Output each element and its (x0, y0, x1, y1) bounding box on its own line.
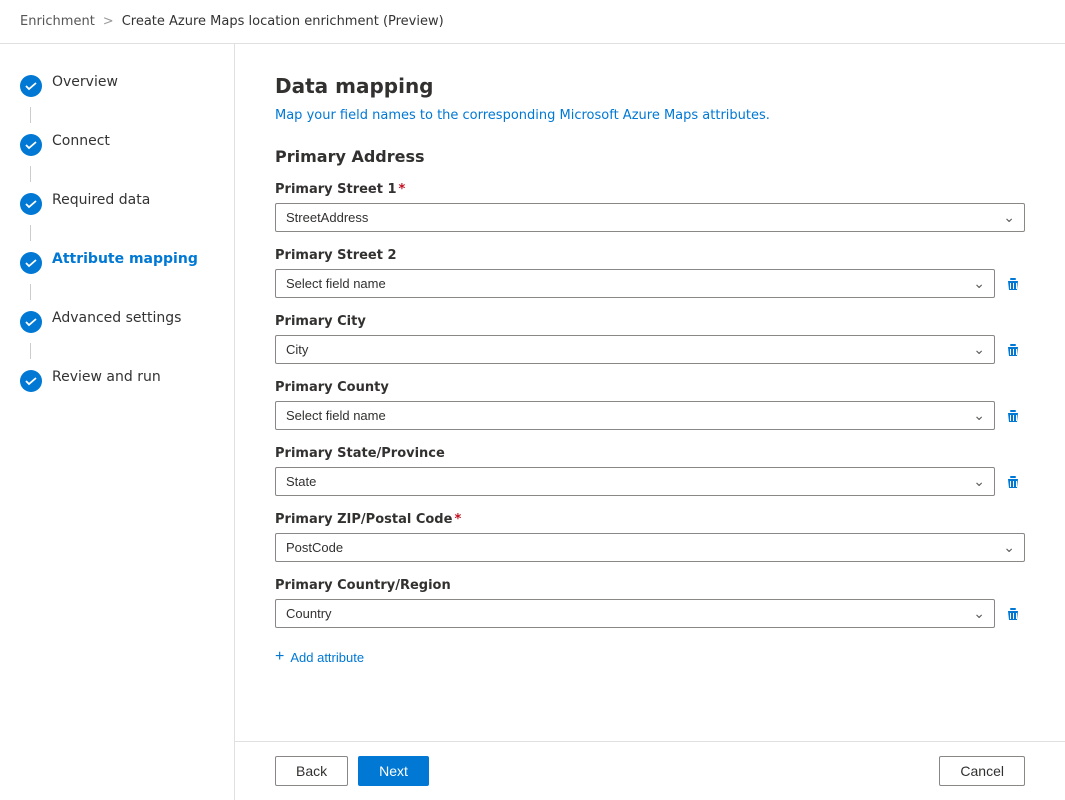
sidebar-label-connect: Connect (52, 133, 110, 149)
step-icon-advanced-settings (20, 311, 42, 333)
add-attribute-button[interactable]: + Add attribute (275, 644, 364, 670)
sidebar-item-required-data[interactable]: Required data (0, 182, 234, 225)
label-primary-state: Primary State/Province (275, 446, 1025, 461)
step-icon-attribute-mapping (20, 252, 42, 274)
sidebar-item-attribute-mapping[interactable]: Attribute mapping (0, 241, 234, 284)
field-primary-county: Primary County Select field name ⌄ (275, 380, 1025, 430)
select-wrapper-zip: PostCode ⌄ (275, 533, 1025, 562)
sidebar-label-required-data: Required data (52, 192, 150, 208)
select-primary-street-2[interactable]: Select field name (275, 269, 995, 298)
plus-icon: + (275, 648, 284, 666)
step-icon-connect (20, 134, 42, 156)
delete-button-county[interactable] (1001, 404, 1025, 428)
next-button[interactable]: Next (358, 756, 429, 786)
field-primary-street-2: Primary Street 2 Select field name ⌄ (275, 248, 1025, 298)
sidebar: Overview Connect Required data (0, 44, 235, 800)
select-primary-state[interactable]: State (275, 467, 995, 496)
sidebar-connector-1 (30, 107, 31, 123)
delete-button-street-2[interactable] (1001, 272, 1025, 296)
label-primary-county: Primary County (275, 380, 1025, 395)
sidebar-item-overview[interactable]: Overview (0, 64, 234, 107)
section-subtitle: Map your field names to the correspondin… (275, 108, 1025, 123)
footer: Back Next Cancel (235, 741, 1065, 800)
sidebar-label-overview: Overview (52, 74, 118, 90)
step-icon-overview (20, 75, 42, 97)
breadcrumb-parent[interactable]: Enrichment (20, 14, 95, 29)
select-wrapper-country: Country ⌄ (275, 599, 995, 628)
sidebar-connector-2 (30, 166, 31, 182)
sidebar-label-review-and-run: Review and run (52, 369, 161, 385)
primary-address-title: Primary Address (275, 147, 1025, 166)
sidebar-connector-5 (30, 343, 31, 359)
sidebar-item-advanced-settings[interactable]: Advanced settings (0, 300, 234, 343)
select-wrapper-state: State ⌄ (275, 467, 995, 496)
field-primary-street-1: Primary Street 1* StreetAddress ⌄ (275, 182, 1025, 232)
select-primary-zip[interactable]: PostCode (275, 533, 1025, 562)
sidebar-item-connect[interactable]: Connect (0, 123, 234, 166)
select-primary-country[interactable]: Country (275, 599, 995, 628)
label-primary-country: Primary Country/Region (275, 578, 1025, 593)
sidebar-label-advanced-settings: Advanced settings (52, 310, 181, 326)
label-primary-street-1: Primary Street 1* (275, 182, 1025, 197)
cancel-button[interactable]: Cancel (939, 756, 1025, 786)
delete-button-state[interactable] (1001, 470, 1025, 494)
select-primary-county[interactable]: Select field name (275, 401, 995, 430)
step-icon-review-and-run (20, 370, 42, 392)
select-primary-street-1[interactable]: StreetAddress (275, 203, 1025, 232)
label-primary-street-2: Primary Street 2 (275, 248, 1025, 263)
add-attribute-label: Add attribute (290, 650, 364, 665)
select-primary-city[interactable]: City (275, 335, 995, 364)
breadcrumb-separator: > (103, 14, 114, 29)
sidebar-connector-3 (30, 225, 31, 241)
back-button[interactable]: Back (275, 756, 348, 786)
section-title: Data mapping (275, 74, 1025, 98)
select-wrapper-street-1: StreetAddress ⌄ (275, 203, 1025, 232)
label-primary-zip: Primary ZIP/Postal Code* (275, 512, 1025, 527)
field-primary-city: Primary City City ⌄ (275, 314, 1025, 364)
field-primary-state: Primary State/Province State ⌄ (275, 446, 1025, 496)
sidebar-item-review-and-run[interactable]: Review and run (0, 359, 234, 402)
sidebar-label-attribute-mapping: Attribute mapping (52, 251, 198, 267)
select-wrapper-city: City ⌄ (275, 335, 995, 364)
field-primary-country: Primary Country/Region Country ⌄ (275, 578, 1025, 628)
breadcrumb: Enrichment > Create Azure Maps location … (0, 0, 1065, 44)
sidebar-connector-4 (30, 284, 31, 300)
select-wrapper-street-2: Select field name ⌄ (275, 269, 995, 298)
content-area: Data mapping Map your field names to the… (235, 44, 1065, 800)
delete-button-city[interactable] (1001, 338, 1025, 362)
field-primary-zip: Primary ZIP/Postal Code* PostCode ⌄ (275, 512, 1025, 562)
step-icon-required-data (20, 193, 42, 215)
delete-button-country[interactable] (1001, 602, 1025, 626)
breadcrumb-current: Create Azure Maps location enrichment (P… (122, 14, 444, 29)
select-wrapper-county: Select field name ⌄ (275, 401, 995, 430)
label-primary-city: Primary City (275, 314, 1025, 329)
